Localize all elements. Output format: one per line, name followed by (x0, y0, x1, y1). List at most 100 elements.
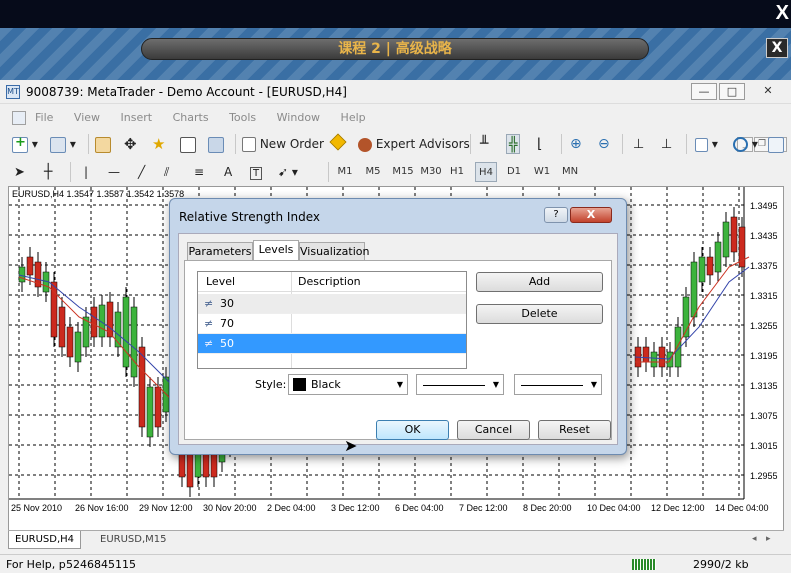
horizontal-line-icon[interactable]: — (108, 162, 120, 182)
auto-scroll-icon[interactable]: ⊥ (633, 134, 644, 154)
price-tick-label: 1.3195 (750, 351, 778, 361)
date-tick-label: 10 Dec 04:00 (587, 503, 641, 513)
trendline-icon[interactable]: ╱ (138, 162, 145, 182)
timeframe-d1[interactable]: D1 (503, 162, 525, 182)
periods-icon[interactable]: ▾ (733, 134, 758, 154)
levels-header: Level Description (198, 272, 466, 292)
profiles-icon[interactable]: ▾ (50, 134, 76, 154)
date-tick-label: 7 Dec 12:00 (459, 503, 508, 513)
strategy-tester-icon[interactable] (208, 134, 224, 154)
expert-advisors-button[interactable]: Expert Advisors (358, 134, 470, 154)
indicators-icon[interactable]: ▾ (695, 134, 718, 154)
level-icon: ≠ (204, 337, 214, 350)
crosshair-icon[interactable]: ┼ (44, 162, 52, 182)
arrows-icon[interactable]: ➹ ▾ (278, 162, 298, 182)
candle (90, 306, 98, 338)
color-swatch (293, 378, 306, 391)
ok-button[interactable]: OK (376, 420, 449, 440)
overlay-close-button[interactable]: X (776, 2, 789, 25)
level-row[interactable]: ≠ 30 (198, 294, 466, 314)
timeframe-m1[interactable]: M1 (334, 162, 356, 182)
chart-shift-icon[interactable]: ⊥ (661, 134, 672, 154)
window-title: 9008739: MetaTrader - Demo Account - [EU… (26, 85, 347, 99)
candle (730, 216, 738, 253)
column-level: Level (206, 275, 236, 288)
menu-help[interactable]: Help (341, 107, 366, 129)
color-value: Black (311, 378, 341, 391)
zoom-in-icon[interactable]: ⊕ (570, 134, 582, 154)
minimize-button[interactable]: — (691, 83, 717, 100)
text-label-icon[interactable]: T (250, 162, 263, 182)
menu-charts[interactable]: Charts (173, 107, 209, 129)
drawing-toolbar: ➤ ┼ | — ╱ ⫽ ≡ A T ➹ ▾ M1 M5 M15 M30 H1 H… (0, 158, 791, 185)
candle (58, 306, 66, 348)
maximize-button[interactable]: □ (719, 83, 745, 100)
tab-parameters[interactable]: Parameters (187, 242, 253, 261)
metaeditor-icon[interactable] (329, 133, 347, 154)
text-icon[interactable]: A (224, 162, 232, 182)
date-tick-label: 25 Nov 2010 (11, 503, 62, 513)
mouse-cursor-icon: ➤ (344, 436, 358, 455)
timeframe-h4[interactable]: H4 (475, 162, 497, 182)
menu-tools[interactable]: Tools (229, 107, 256, 129)
tab-visualization[interactable]: Visualization (299, 242, 369, 261)
cursor-icon[interactable]: ➤ (14, 162, 25, 182)
timeframe-m30[interactable]: M30 (418, 162, 444, 182)
zoom-out-icon[interactable]: ⊖ (598, 134, 610, 154)
new-order-button[interactable]: New Order (242, 134, 324, 154)
date-tick-label: 12 Dec 12:00 (651, 503, 705, 513)
add-button[interactable]: Add (476, 272, 603, 292)
timeframe-mn[interactable]: MN (559, 162, 581, 182)
color-select[interactable]: Black ▼ (288, 374, 408, 395)
templates-icon[interactable] (768, 134, 784, 154)
timeframe-m5[interactable]: M5 (362, 162, 384, 182)
close-button[interactable]: ✕ (755, 83, 781, 100)
timeframe-w1[interactable]: W1 (531, 162, 553, 182)
new-chart-icon[interactable]: + ▾ (12, 134, 38, 154)
favorites-icon[interactable]: ★ (152, 134, 165, 154)
date-tick-label: 8 Dec 20:00 (523, 503, 572, 513)
column-description: Description (298, 275, 361, 288)
price-tick-label: 1.3015 (750, 441, 778, 451)
cancel-button[interactable]: Cancel (457, 420, 530, 440)
tab-levels[interactable]: Levels (253, 240, 299, 261)
navigator-icon[interactable]: ✥ (124, 134, 137, 154)
menu-view[interactable]: View (74, 107, 100, 129)
line-width-select[interactable]: ▼ (514, 374, 602, 395)
candle (18, 266, 26, 283)
channel-icon[interactable]: ⫽ (164, 162, 169, 182)
course-banner: 课程 2 | 高级战略 X (0, 28, 791, 80)
level-row-selected[interactable]: ≠ 50 (198, 334, 466, 354)
vertical-line-icon[interactable]: | (84, 162, 88, 182)
timeframe-m15[interactable]: M15 (390, 162, 416, 182)
tab-scroll-right-icon[interactable]: ▸ (766, 534, 771, 544)
candle (138, 346, 146, 428)
tab-scroll-left-icon[interactable]: ◂ (752, 534, 757, 544)
fibonacci-icon[interactable]: ≡ (194, 162, 204, 182)
line-style-select[interactable]: ▼ (416, 374, 504, 395)
menu-insert[interactable]: Insert (121, 107, 153, 129)
dialog-close-button[interactable]: X (570, 207, 612, 223)
chart-tab-eurusd-h4[interactable]: EURUSD,H4 (8, 531, 82, 549)
market-watch-icon[interactable] (95, 134, 111, 154)
reset-button[interactable]: Reset (538, 420, 611, 440)
timeframe-h1[interactable]: H1 (446, 162, 468, 182)
banner-close-button[interactable]: X (766, 38, 788, 58)
candle (146, 386, 154, 438)
candlestick-icon[interactable]: ╬ (506, 134, 521, 154)
menu-window[interactable]: Window (277, 107, 320, 129)
terminal-icon[interactable] (180, 134, 196, 154)
price-tick-label: 1.3495 (750, 201, 778, 211)
dialog-help-button[interactable]: ? (544, 207, 568, 223)
app-icon: MT (6, 85, 20, 99)
line-chart-icon[interactable]: ⌊ (537, 134, 542, 154)
menu-file[interactable]: File (35, 107, 53, 129)
status-help: For Help, p (6, 558, 66, 571)
level-row[interactable]: ≠ 70 (198, 314, 466, 334)
levels-list: Level Description ≠ 30 ≠ 70 ≠ 50 (197, 271, 467, 369)
chart-tab-eurusd-m15[interactable]: EURUSD,M15 (94, 531, 172, 549)
candle (66, 326, 74, 358)
bar-chart-icon[interactable]: ╨ (480, 134, 488, 154)
delete-button[interactable]: Delete (476, 304, 603, 324)
standard-toolbar: + ▾ ▾ ✥ ★ New Order Expert Advisors ╨ ╬ … (0, 130, 791, 157)
